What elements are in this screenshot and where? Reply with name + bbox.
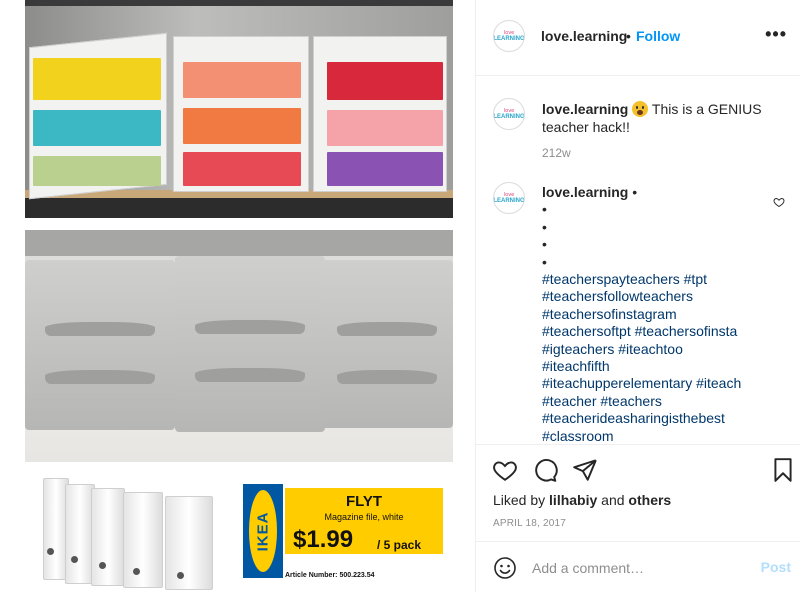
follow-button[interactable]: Follow: [636, 28, 680, 44]
avatar-text-bottom: LEARNING: [493, 35, 525, 42]
comment-bubble-icon[interactable]: [532, 457, 558, 483]
avatar[interactable]: love LEARNING: [493, 98, 525, 130]
paper-lightgreen: [33, 156, 161, 186]
shelf-top-board: [25, 0, 453, 6]
comment-like-heart-icon[interactable]: [773, 196, 785, 208]
liked-by-user[interactable]: lilhabiy: [549, 492, 597, 508]
background-wall: [25, 230, 453, 256]
bullet-line: •: [542, 253, 547, 270]
hashtag-line[interactable]: #teachersoftpt #teachersofinsta: [542, 323, 772, 340]
holder-right: [321, 260, 453, 428]
paper-teal: [33, 110, 161, 146]
share-paper-plane-icon[interactable]: [572, 457, 598, 483]
magazine-file-hole: [177, 572, 184, 579]
comment-bar: Post: [476, 541, 800, 592]
comment-input[interactable]: [532, 554, 752, 582]
price-tag: FLYT Magazine file, white $1.99 / 5 pack: [285, 488, 443, 554]
bullet-line: •: [542, 236, 547, 253]
hashtag-line[interactable]: #classroom: [542, 428, 772, 444]
post-header: love LEARNING love.learning • Follow •••: [476, 0, 800, 76]
paper-crimson: [327, 62, 443, 100]
liked-by-prefix: Liked by: [493, 492, 546, 508]
post-date[interactable]: APRIL 18, 2017: [493, 518, 566, 529]
hashtag-line[interactable]: #teacherideasharingisthebest: [542, 410, 772, 427]
comment-username[interactable]: love.learning: [542, 184, 628, 200]
hashtag-line[interactable]: #igteachers #iteachtoo: [542, 341, 772, 358]
more-options-icon[interactable]: •••: [765, 24, 787, 45]
paper-salmon: [183, 62, 301, 98]
action-bar: Liked by lilhabiy and others APRIL 18, 2…: [476, 444, 800, 552]
slot: [195, 320, 305, 334]
magazine-file-hole: [133, 568, 140, 575]
avatar-text-bottom: LEARNING: [493, 197, 525, 204]
header-dot: •: [626, 28, 631, 44]
like-heart-icon[interactable]: [492, 457, 518, 483]
hashtag-line[interactable]: #teachersfollowteachers: [542, 288, 772, 305]
holder-middle: [175, 256, 325, 432]
product-description: Magazine file, white: [324, 512, 404, 522]
paper-red: [183, 152, 301, 186]
paper-orange: [183, 108, 301, 144]
slot: [337, 322, 437, 336]
article-number: Article Number: 500.223.54: [285, 572, 375, 579]
magazine-file: [91, 488, 125, 586]
slot: [45, 322, 155, 336]
product-name: FLYT: [345, 493, 383, 510]
header-username[interactable]: love.learning: [541, 28, 627, 44]
comment-text: love.learning • • • • • #teacherspayteac…: [542, 184, 772, 444]
ikea-logo: IKEA: [243, 484, 283, 578]
product-pack: / 5 pack: [377, 538, 422, 552]
magazine-file: [165, 496, 213, 590]
hashtag-line[interactable]: #iteachfifth: [542, 358, 772, 375]
hashtag-line[interactable]: #iteachupperelementary #iteach: [542, 375, 772, 392]
post-image[interactable]: IKEA FLYT Magazine file, white $1.99 / 5…: [0, 0, 475, 592]
liked-by-and: and: [601, 492, 625, 508]
hashtag-line[interactable]: #teachersofinstagram: [542, 306, 772, 323]
organizers-photo: [25, 230, 453, 462]
magazine-file-hole: [47, 548, 54, 555]
magazine-file: [123, 492, 163, 588]
avatar-text-bottom: LEARNING: [493, 113, 525, 120]
bullet-line: •: [542, 218, 547, 235]
comments-area[interactable]: love LEARNING love.learning This is a GE…: [476, 77, 800, 444]
post-sidebar: love LEARNING love.learning • Follow •••…: [475, 0, 800, 592]
holder-left: [25, 260, 175, 430]
magazine-file-hole: [71, 556, 78, 563]
product-card: IKEA FLYT Magazine file, white $1.99 / 5…: [25, 470, 453, 592]
slot: [45, 370, 155, 384]
ikea-logo-text: IKEA: [254, 511, 272, 551]
shelf-board: [25, 196, 453, 218]
avatar[interactable]: love LEARNING: [493, 20, 525, 52]
avatar[interactable]: love LEARNING: [493, 182, 525, 214]
caption: love LEARNING love.learning This is a GE…: [493, 98, 793, 168]
hashtag-line[interactable]: #teacherspayteachers #tpt: [542, 271, 772, 288]
magazine-file-hole: [99, 562, 106, 569]
liked-by-text: Liked by lilhabiy and others: [493, 492, 671, 508]
slot: [337, 370, 437, 384]
shelf-photo: [25, 0, 453, 218]
scream-emoji-icon: [632, 101, 649, 117]
comment-dot: •: [632, 184, 638, 200]
hashtag-line[interactable]: #teacher #teachers: [542, 393, 772, 410]
bullet-line: •: [542, 201, 547, 218]
product-price: $1.99: [293, 526, 354, 553]
paper-purple: [327, 152, 443, 186]
paper-pink: [327, 110, 443, 146]
caption-text: love.learning This is a GENIUS teacher h…: [542, 100, 772, 136]
caption-username[interactable]: love.learning: [542, 101, 628, 117]
caption-time[interactable]: 212w: [542, 146, 571, 160]
paper-yellow: [33, 58, 161, 100]
post-comment-button[interactable]: Post: [761, 559, 791, 575]
ikea-logo-oval: IKEA: [249, 490, 277, 572]
liked-by-others[interactable]: others: [628, 492, 671, 508]
emoji-smile-icon[interactable]: [493, 556, 517, 580]
slot: [195, 368, 305, 382]
save-bookmark-icon[interactable]: [770, 457, 796, 483]
comment: love LEARNING love.learning • • • • • #t…: [493, 182, 793, 444]
